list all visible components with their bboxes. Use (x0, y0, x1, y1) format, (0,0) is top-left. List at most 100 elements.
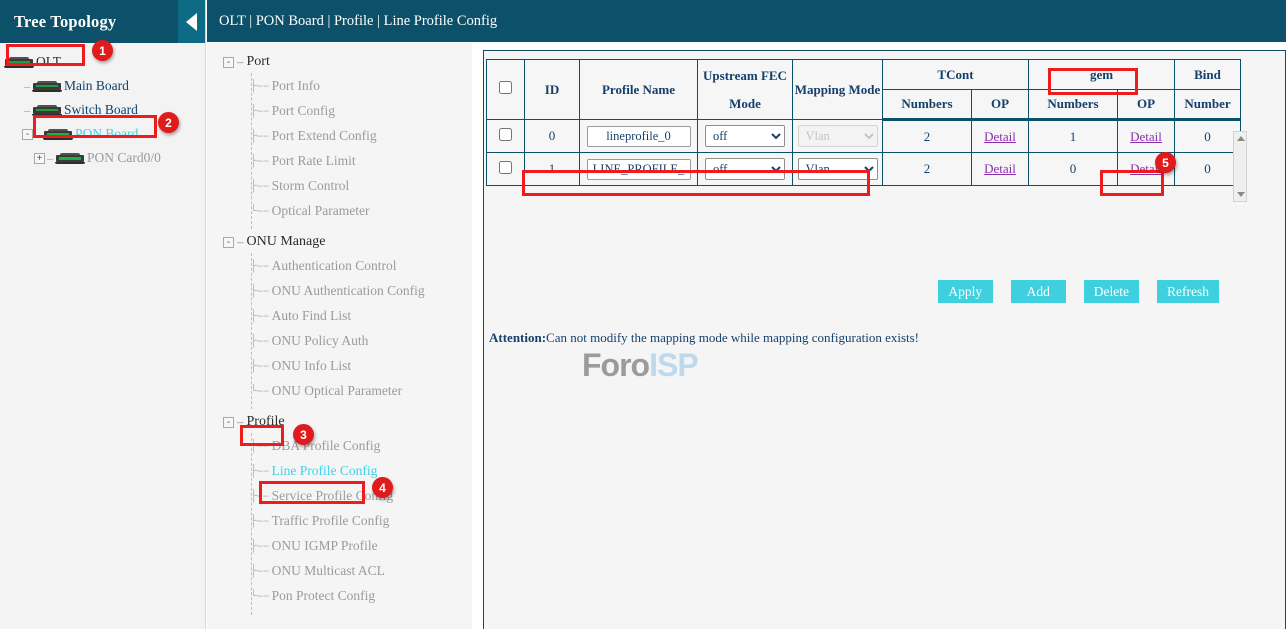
row-id: 1 (525, 153, 580, 186)
sidebar-collapse-button[interactable] (178, 0, 205, 43)
menu-item-label: Optical Parameter (272, 203, 370, 219)
action-button-row: Apply Add Delete Refresh (484, 280, 1247, 303)
header-group-tcont: TCont (883, 60, 1029, 90)
tree-topology-title: Tree Topology (0, 12, 116, 32)
triangle-down-icon[interactable] (1237, 192, 1245, 197)
menu-item-port-info[interactable]: ├––Port Info (207, 73, 472, 98)
menu-item-onu-policy-auth[interactable]: ├––ONU Policy Auth (207, 328, 472, 353)
triangle-left-icon (186, 13, 197, 31)
branch-icon: ├–– (250, 179, 269, 193)
menu-group-port[interactable]: - – Port (207, 51, 472, 73)
header-tcont-numbers: Numbers (883, 90, 972, 120)
menu-expander-profile[interactable]: - (223, 417, 234, 428)
watermark-part-two: ISP (649, 347, 698, 383)
header-select-all (487, 60, 525, 120)
menu-item-onu-igmp-profile[interactable]: ├––ONU IGMP Profile (207, 533, 472, 558)
header-upstream-fec-mode: Upstream FEC Mode (698, 60, 793, 120)
delete-button[interactable]: Delete (1084, 280, 1139, 303)
row-checkbox[interactable] (499, 161, 512, 174)
menu-item-storm-control[interactable]: ├––Storm Control (207, 173, 472, 198)
menu-item-port-config[interactable]: ├––Port Config (207, 98, 472, 123)
menu-item-onu-authentication-config[interactable]: ├––ONU Authentication Config (207, 278, 472, 303)
row-tcont-numbers: 2 (883, 153, 972, 186)
menu-item-authentication-control[interactable]: ├––Authentication Control (207, 253, 472, 278)
menu-item-port-extend-config[interactable]: ├––Port Extend Config (207, 123, 472, 148)
header-gem-numbers: Numbers (1028, 90, 1117, 120)
menu-item-label: Auto Find List (272, 308, 352, 324)
menu-item-label: Line Profile Config (272, 463, 378, 479)
mapping-mode-select-disabled: Vlan (798, 125, 878, 147)
header-tcont-op: OP (971, 90, 1028, 120)
gem-detail-link[interactable]: Detail (1130, 129, 1162, 144)
triangle-up-icon[interactable] (1237, 136, 1245, 141)
menu-item-label: ONU Multicast ACL (272, 563, 385, 579)
menu-expander-onu-manage[interactable]: - (223, 237, 234, 248)
branch-icon: ├–– (250, 309, 269, 323)
menu-item-label: Pon Protect Config (272, 588, 376, 604)
row-gem-numbers: 0 (1028, 153, 1117, 186)
device-icon (4, 57, 34, 68)
branch-icon: ├–– (250, 464, 269, 478)
menu-item-traffic-profile-config[interactable]: ├––Traffic Profile Config (207, 508, 472, 533)
line-profile-table: ID Profile Name Upstream FEC Mode Mappin… (486, 59, 1241, 186)
annotation-badge-5: 5 (1155, 152, 1176, 173)
menu-item-onu-info-list[interactable]: ├––ONU Info List (207, 353, 472, 378)
branch-icon: ├–– (250, 154, 269, 168)
tree-node-label: Switch Board (64, 102, 138, 118)
branch-icon: ├–– (250, 439, 269, 453)
menu-item-dba-profile-config[interactable]: ├––DBA Profile Config (207, 433, 472, 458)
upstream-fec-select[interactable]: off (705, 125, 785, 147)
menu-item-onu-multicast-acl[interactable]: ├––ONU Multicast ACL (207, 558, 472, 583)
device-icon (43, 129, 73, 140)
menu-branch-dash: – (237, 414, 244, 430)
select-all-checkbox[interactable] (499, 81, 512, 94)
row-tcont-numbers: 2 (883, 120, 972, 153)
menu-item-label: Storm Control (272, 178, 350, 194)
tree-expander-collapse[interactable]: - (22, 129, 33, 140)
row-fec-cell: off (698, 153, 793, 186)
tree-branch-dash: – (35, 127, 41, 142)
breadcrumb-bar: OLT | PON Board | Profile | Line Profile… (207, 0, 1286, 42)
tcont-detail-link[interactable]: Detail (984, 129, 1016, 144)
row-gem-numbers: 1 (1028, 120, 1117, 153)
upstream-fec-select[interactable]: off (705, 158, 785, 180)
mapping-mode-select[interactable]: Vlan (798, 158, 878, 180)
add-button[interactable]: Add (1011, 280, 1066, 303)
tree-node-main-board[interactable]: – Main Board (0, 74, 205, 98)
menu-item-pon-protect-config[interactable]: └––Pon Protect Config (207, 583, 472, 608)
menu-item-port-rate-limit[interactable]: ├––Port Rate Limit (207, 148, 472, 173)
row-bind-number: 0 (1175, 120, 1241, 153)
menu-group-profile[interactable]: - – Profile (207, 411, 472, 433)
menu-item-label: Port Rate Limit (272, 153, 356, 169)
table-head: ID Profile Name Upstream FEC Mode Mappin… (487, 60, 1241, 120)
menu-item-line-profile-config[interactable]: ├––Line Profile Config (207, 458, 472, 483)
menu-group-onu-manage[interactable]: - – ONU Manage (207, 231, 472, 253)
table-vertical-scrollbar[interactable] (1233, 131, 1247, 202)
profile-name-input[interactable] (587, 159, 691, 180)
tree-topology-header: Tree Topology (0, 0, 205, 43)
refresh-button[interactable]: Refresh (1157, 280, 1219, 303)
tree-node-pon-card[interactable]: + – PON Card0/0 (0, 146, 205, 170)
menu-item-service-profile-config[interactable]: ├––Service Profile Config (207, 483, 472, 508)
menu-item-auto-find-list[interactable]: ├––Auto Find List (207, 303, 472, 328)
profile-name-input[interactable] (587, 126, 691, 147)
menu-item-label: Traffic Profile Config (272, 513, 390, 529)
row-profile-name-cell (580, 120, 698, 153)
tree-node-label: OLT (36, 54, 61, 70)
apply-button[interactable]: Apply (938, 280, 993, 303)
branch-icon: └–– (250, 589, 269, 603)
menu-expander-port[interactable]: - (223, 57, 234, 68)
header-group-bind: Bind (1175, 60, 1241, 90)
menu-group-port-items: ├––Port Info ├––Port Config ├––Port Exte… (207, 73, 472, 223)
row-checkbox[interactable] (499, 128, 512, 141)
tree-node-label: Main Board (64, 78, 129, 94)
menu-branch-dash: – (237, 234, 244, 250)
menu-item-label: Port Config (272, 103, 335, 119)
tcont-detail-link[interactable]: Detail (984, 161, 1016, 176)
watermark-part-one: Foro (582, 347, 649, 383)
menu-item-optical-parameter[interactable]: └––Optical Parameter (207, 198, 472, 223)
menu-item-onu-optical-parameter[interactable]: └––ONU Optical Parameter (207, 378, 472, 403)
tree-expander-expand[interactable]: + (34, 153, 45, 164)
tree-branch-dash: – (24, 103, 30, 118)
row-select-cell (487, 120, 525, 153)
